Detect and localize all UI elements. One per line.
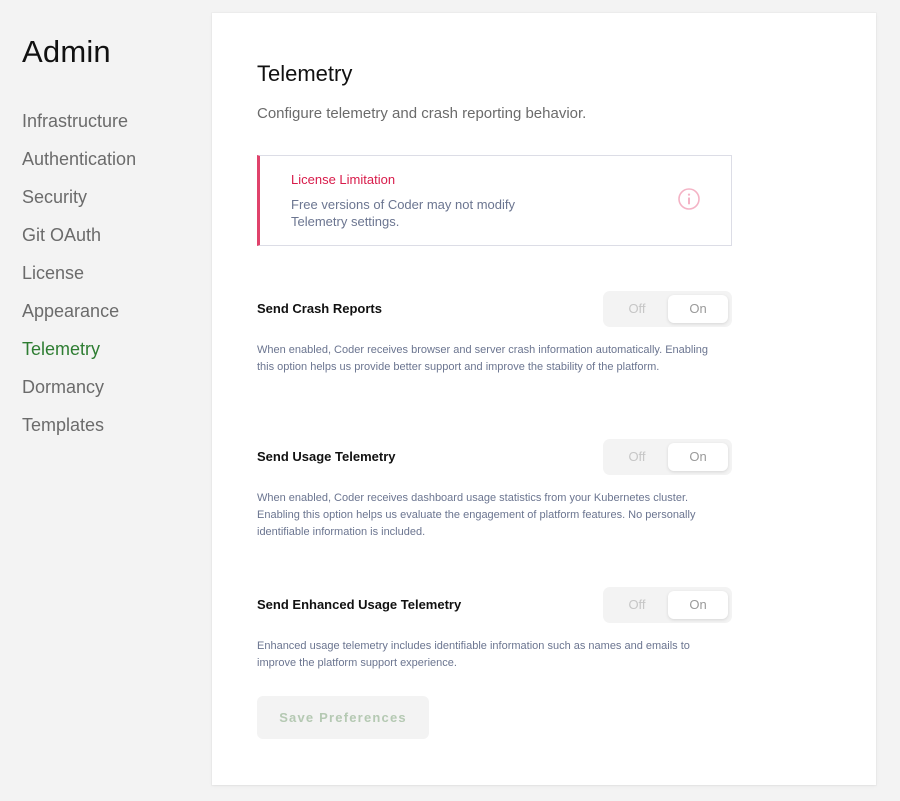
info-icon bbox=[677, 187, 701, 211]
usage-telemetry-toggle[interactable]: Off On bbox=[603, 439, 732, 475]
sidebar-item-security[interactable]: Security bbox=[22, 184, 136, 222]
setting-description: Enhanced usage telemetry includes identi… bbox=[257, 640, 690, 669]
toggle-on-option[interactable]: On bbox=[668, 443, 728, 471]
alert-title: License Limitation bbox=[291, 172, 396, 187]
setting-label: Send Crash Reports bbox=[257, 301, 382, 316]
sidebar-item-appearance[interactable]: Appearance bbox=[22, 298, 136, 336]
toggle-off-option[interactable]: Off bbox=[607, 443, 667, 471]
alert-body: Free versions of Coder may not modify Te… bbox=[291, 197, 515, 229]
settings-panel: Telemetry Configure telemetry and crash … bbox=[212, 13, 876, 785]
sidebar-item-infrastructure[interactable]: Infrastructure bbox=[22, 108, 136, 146]
crash-reports-toggle[interactable]: Off On bbox=[603, 291, 732, 327]
sidebar: Admin Infrastructure Authentication Secu… bbox=[0, 0, 212, 801]
save-preferences-button[interactable]: Save Preferences bbox=[257, 696, 429, 739]
sidebar-item-telemetry[interactable]: Telemetry bbox=[22, 336, 136, 374]
page-subtitle: Configure telemetry and crash reporting … bbox=[257, 105, 587, 122]
sidebar-item-authentication[interactable]: Authentication bbox=[22, 146, 136, 184]
setting-label: Send Enhanced Usage Telemetry bbox=[257, 597, 462, 612]
sidebar-item-dormancy[interactable]: Dormancy bbox=[22, 374, 136, 412]
toggle-off-option[interactable]: Off bbox=[607, 591, 667, 619]
sidebar-item-git-oauth[interactable]: Git OAuth bbox=[22, 222, 136, 260]
toggle-on-option[interactable]: On bbox=[668, 591, 728, 619]
enhanced-usage-telemetry-toggle[interactable]: Off On bbox=[603, 587, 732, 623]
toggle-off-option[interactable]: Off bbox=[607, 295, 667, 323]
setting-label: Send Usage Telemetry bbox=[257, 449, 396, 464]
page-title: Telemetry bbox=[257, 61, 353, 86]
sidebar-nav: Infrastructure Authentication Security G… bbox=[22, 108, 136, 450]
license-limitation-alert: License Limitation Free versions of Code… bbox=[257, 155, 732, 246]
sidebar-item-templates[interactable]: Templates bbox=[22, 412, 136, 450]
setting-description: When enabled, Coder receives dashboard u… bbox=[257, 492, 696, 538]
sidebar-title: Admin bbox=[22, 34, 111, 69]
sidebar-item-license[interactable]: License bbox=[22, 260, 136, 298]
setting-description: When enabled, Coder receives browser and… bbox=[257, 344, 709, 373]
toggle-on-option[interactable]: On bbox=[668, 295, 728, 323]
